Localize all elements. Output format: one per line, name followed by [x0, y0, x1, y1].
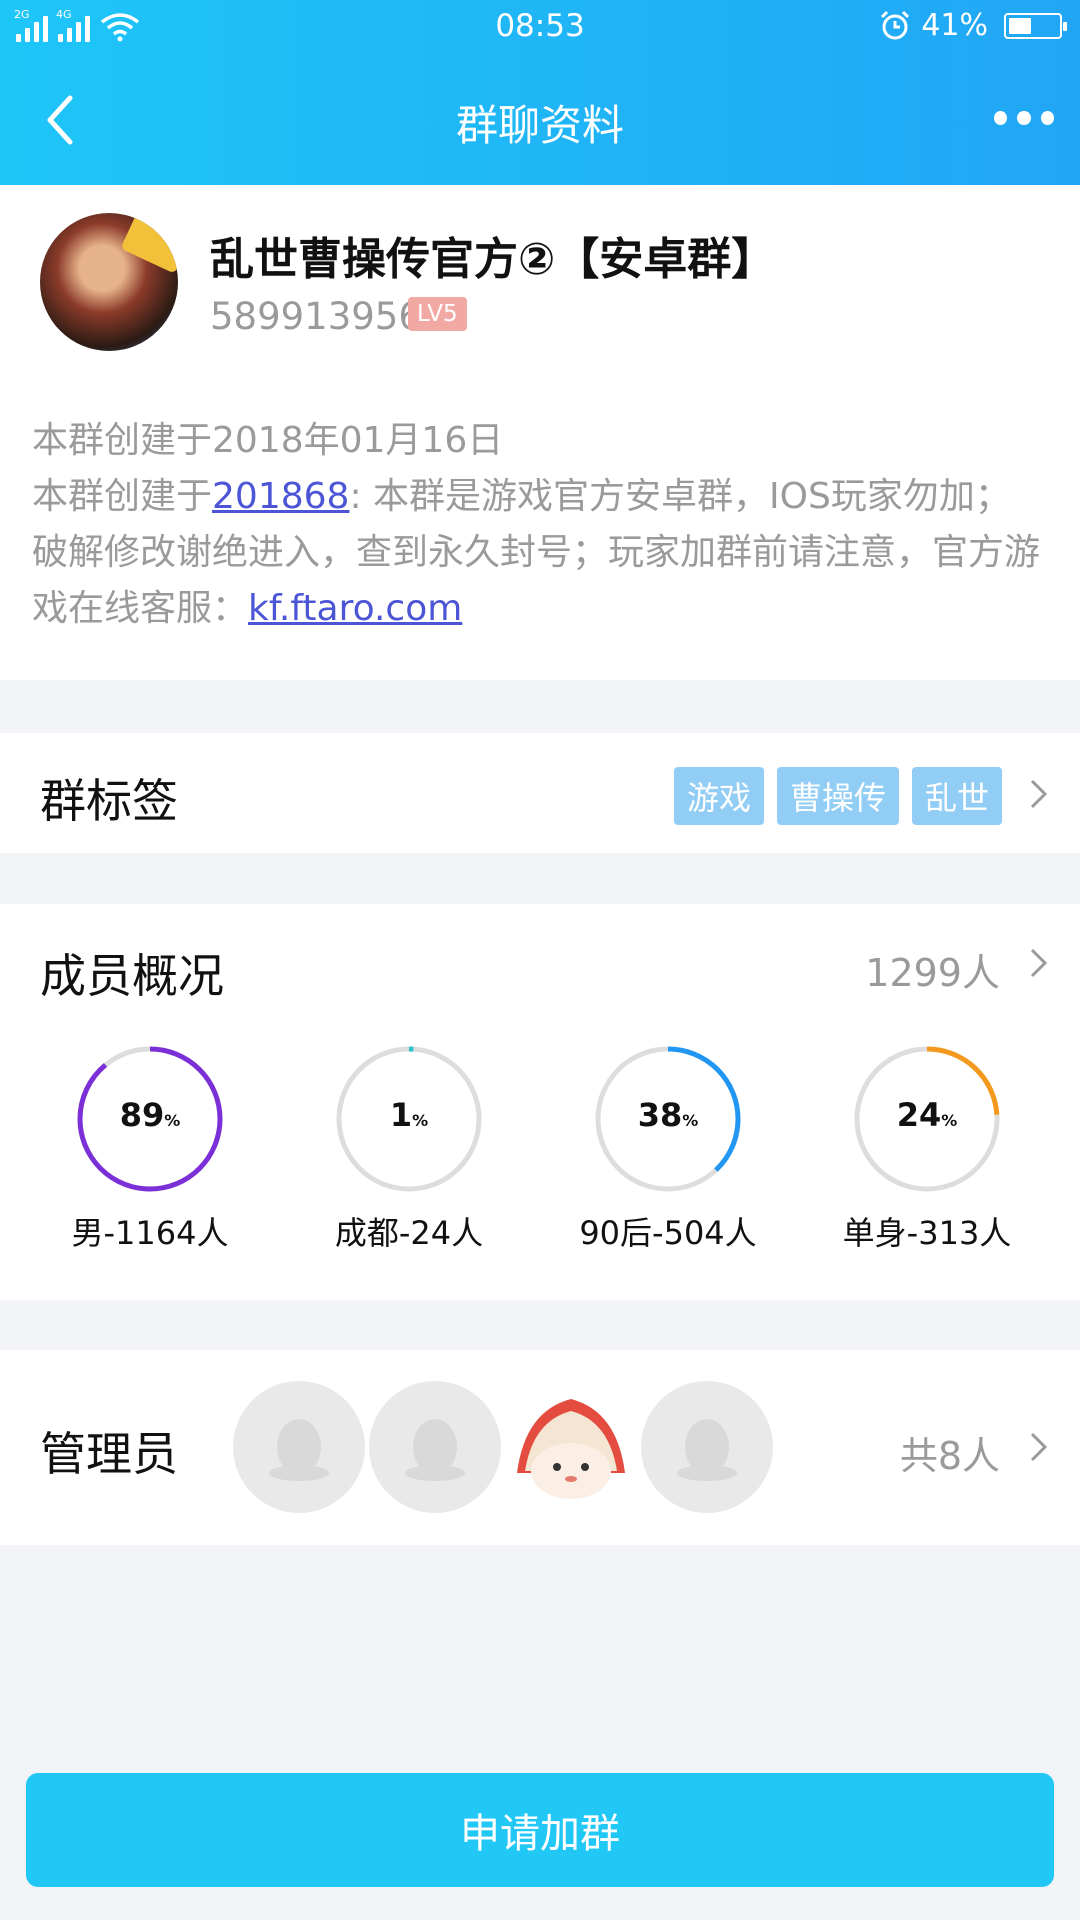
penguin-placeholder-icon [405, 1419, 465, 1481]
member-stat-city: 1% 成都-24人 [309, 1046, 509, 1254]
member-stat-gender: 89% 男-1164人 [50, 1046, 250, 1254]
group-name: 乱世曹操传官方②【安卓群】 [210, 234, 776, 285]
members-title: 成员概况 [40, 949, 224, 1003]
headdress-avatar-icon [517, 1399, 625, 1499]
battery-percent: 41% [921, 8, 988, 43]
support-url-link[interactable]: kf.ftaro.com [248, 588, 462, 629]
stat-label: 单身-313人 [842, 1214, 1012, 1252]
progress-ring: 38% [595, 1046, 741, 1192]
tag[interactable]: 乱世 [911, 767, 1002, 825]
apply-join-button[interactable]: 申请加群 [26, 1773, 1054, 1887]
admin-avatar[interactable] [233, 1381, 365, 1513]
stat-label: 男-1164人 [71, 1214, 229, 1252]
group-tags-row[interactable]: 群标签 游戏 曹操传 乱世 [0, 733, 1080, 853]
battery-icon [1004, 12, 1067, 39]
admin-count: 共8人 [899, 1434, 1000, 1478]
member-overview: 成员概况 1299人 89% 男-1164人 1% 成都-24人 38% 90后… [0, 904, 1080, 1300]
group-description: 本群创建于2018年01月16日 本群创建于201868: 本群是游戏官方安卓群… [32, 413, 1042, 637]
created-date: 本群创建于2018年01月16日 [32, 420, 504, 461]
chevron-right-icon[interactable] [1028, 777, 1050, 811]
progress-ring: 1% [336, 1046, 482, 1192]
tag-list: 游戏 曹操传 乱世 [673, 767, 1002, 825]
stat-label: 成都-24人 [334, 1214, 484, 1252]
alarm-icon [881, 10, 910, 39]
tag[interactable]: 游戏 [673, 767, 764, 825]
group-id: 589913956 [210, 295, 422, 338]
admin-avatar[interactable] [641, 1381, 773, 1513]
progress-ring: 89% [77, 1046, 223, 1192]
stat-label: 90后-504人 [579, 1214, 757, 1252]
progress-ring: 24% [854, 1046, 1000, 1192]
penguin-placeholder-icon [269, 1419, 329, 1481]
admin-avatar[interactable] [369, 1381, 501, 1513]
chevron-right-icon[interactable] [1028, 1430, 1050, 1464]
battery-level [1009, 17, 1032, 34]
admins-title: 管理员 [40, 1427, 178, 1481]
member-stat-single: 24% 单身-313人 [827, 1046, 1027, 1254]
level-badge: LV5 [408, 297, 467, 331]
status-right: 41% [879, 8, 1067, 43]
tags-title: 群标签 [40, 774, 178, 828]
description-text: 本群创建于201868: 本群是游戏官方安卓群，IOS玩家勿加；破解修改谢绝进入… [32, 476, 1041, 629]
penguin-placeholder-icon [677, 1419, 737, 1481]
tag[interactable]: 曹操传 [776, 767, 899, 825]
status-bar: 2G 4G 08:53 41% [0, 0, 1080, 56]
member-count[interactable]: 1299人 [865, 942, 1000, 997]
chevron-right-icon[interactable] [1028, 946, 1050, 980]
admin-avatar[interactable] [505, 1381, 637, 1513]
group-avatar[interactable] [40, 213, 178, 351]
more-icon[interactable] [994, 106, 1054, 130]
nav-bar: 群聊资料 [0, 56, 1080, 185]
admins-row[interactable]: 管理员 共8人 [0, 1350, 1080, 1545]
group-info-card: 乱世曹操传官方②【安卓群】 589913956 LV5 本群创建于2018年01… [0, 185, 1080, 680]
member-stat-age: 38% 90后-504人 [568, 1046, 768, 1254]
page-title: 群聊资料 [455, 101, 624, 150]
header: 2G 4G 08:53 41% 群聊资料 [0, 0, 1080, 185]
description-link[interactable]: 201868 [212, 476, 349, 517]
